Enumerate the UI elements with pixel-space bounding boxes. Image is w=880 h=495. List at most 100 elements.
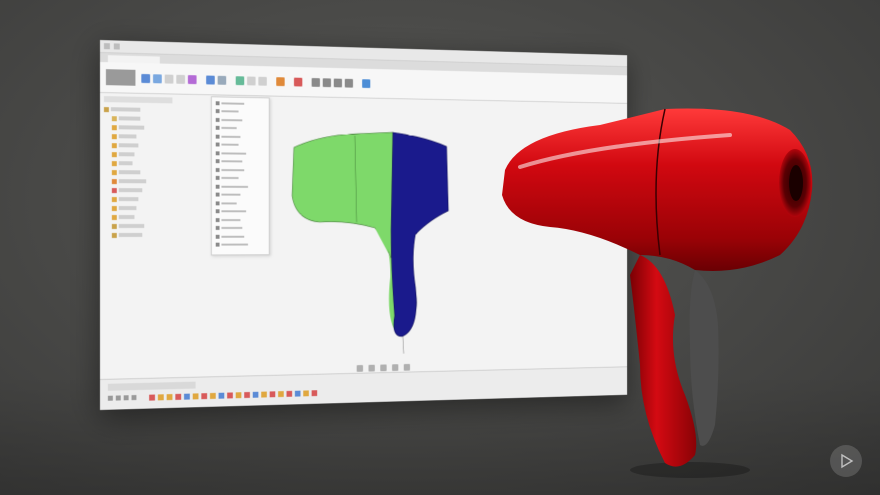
app-menu-icon[interactable]	[103, 43, 110, 50]
folder-icon	[111, 160, 117, 166]
insert-tool-icon[interactable]	[322, 77, 332, 87]
select-tool-icon[interactable]	[362, 78, 371, 88]
browser-node[interactable]	[104, 115, 172, 122]
body	[502, 108, 813, 271]
timeline-feature-icon[interactable]	[294, 390, 301, 397]
model-viewport[interactable]	[283, 113, 482, 366]
modify-tool-icon[interactable]	[217, 75, 227, 85]
timeline-feature-icon[interactable]	[149, 394, 155, 401]
menu-item[interactable]	[215, 183, 265, 189]
toolbar-group-select	[362, 78, 371, 88]
menu-item[interactable]	[215, 133, 265, 140]
menu-item[interactable]	[215, 233, 265, 239]
menu-item[interactable]	[215, 175, 265, 181]
first-step-icon[interactable]	[107, 395, 113, 401]
insert-tool-icon[interactable]	[344, 78, 354, 88]
browser-node[interactable]	[104, 214, 172, 220]
create-tool-icon[interactable]	[153, 73, 162, 83]
timeline-feature-icon[interactable]	[166, 394, 173, 401]
menu-item[interactable]	[215, 158, 265, 164]
timeline-feature-icon[interactable]	[235, 392, 242, 399]
insert-tool-icon[interactable]	[311, 77, 320, 87]
timeline-feature-icon[interactable]	[269, 391, 276, 398]
modify-tool-icon[interactable]	[206, 75, 215, 85]
construct-tool-icon[interactable]	[276, 76, 285, 86]
browser-node[interactable]	[104, 169, 172, 176]
next-step-icon[interactable]	[131, 395, 137, 401]
menu-item[interactable]	[215, 208, 265, 214]
toolbar-group-insert	[311, 77, 354, 88]
browser-node[interactable]	[104, 160, 172, 167]
menu-item[interactable]	[215, 225, 265, 231]
menu-item[interactable]	[215, 200, 265, 206]
create-tool-icon[interactable]	[176, 74, 186, 84]
menu-item-label	[221, 160, 243, 163]
play-icon[interactable]	[123, 395, 129, 401]
create-tool-icon[interactable]	[141, 73, 151, 83]
browser-node-label	[118, 188, 143, 193]
workspace-switcher-button[interactable]	[105, 69, 136, 86]
menu-item[interactable]	[215, 217, 265, 223]
timeline-feature-icon[interactable]	[184, 393, 190, 400]
browser-node[interactable]	[104, 187, 172, 193]
menu-item[interactable]	[215, 167, 265, 173]
timeline-feature-icon[interactable]	[209, 392, 216, 399]
orbit-icon[interactable]	[356, 365, 364, 372]
zoom-icon[interactable]	[380, 364, 387, 372]
document-tab[interactable]	[107, 55, 160, 64]
pan-icon[interactable]	[368, 364, 375, 372]
menu-item-icon	[215, 242, 220, 247]
browser-node[interactable]	[104, 196, 172, 202]
fit-icon[interactable]	[392, 364, 399, 372]
menu-item[interactable]	[215, 242, 265, 248]
timeline-feature-icon[interactable]	[218, 392, 225, 399]
menu-item-icon	[215, 142, 220, 147]
browser-node[interactable]	[104, 205, 172, 211]
previous-step-icon[interactable]	[115, 395, 121, 401]
browser-header[interactable]	[103, 96, 173, 104]
timeline-feature-icon[interactable]	[175, 393, 182, 400]
menu-item-icon	[215, 159, 220, 164]
browser-node[interactable]	[104, 151, 172, 158]
browser-node[interactable]	[104, 133, 172, 140]
timeline-feature-icon[interactable]	[227, 392, 233, 399]
menu-item[interactable]	[215, 150, 265, 156]
assemble-tool-icon[interactable]	[247, 76, 256, 85]
save-icon[interactable]	[113, 43, 120, 50]
menu-item-label	[221, 218, 241, 221]
timeline-feature-icon[interactable]	[261, 391, 267, 398]
browser-node[interactable]	[103, 106, 172, 113]
comments-panel[interactable]	[107, 381, 196, 391]
inspect-tool-icon[interactable]	[293, 77, 303, 87]
menu-item[interactable]	[215, 142, 265, 148]
timeline-feature-icon[interactable]	[157, 394, 164, 401]
menu-item-icon	[215, 167, 220, 172]
menu-item-icon	[215, 184, 220, 189]
folder-icon	[111, 124, 117, 130]
insert-tool-icon[interactable]	[333, 78, 343, 87]
menu-item[interactable]	[215, 125, 265, 132]
assemble-tool-icon[interactable]	[235, 75, 245, 85]
timeline-feature-icon[interactable]	[286, 390, 293, 397]
browser-node[interactable]	[104, 232, 172, 238]
browser-node[interactable]	[104, 124, 172, 131]
timeline-feature-icon[interactable]	[278, 391, 284, 398]
menu-item[interactable]	[215, 116, 265, 123]
timeline-feature-icon[interactable]	[311, 390, 318, 397]
assemble-tool-icon[interactable]	[258, 76, 267, 86]
timeline-feature-icon[interactable]	[244, 391, 250, 399]
menu-item[interactable]	[215, 100, 265, 107]
timeline-feature-icon[interactable]	[192, 393, 199, 400]
create-tool-icon[interactable]	[164, 74, 174, 84]
display-settings-icon[interactable]	[403, 363, 411, 371]
browser-node[interactable]	[104, 223, 172, 229]
timeline-feature-icon[interactable]	[303, 390, 309, 397]
timeline-feature-icon[interactable]	[252, 391, 259, 398]
create-tool-icon[interactable]	[187, 74, 197, 84]
browser-node[interactable]	[104, 178, 172, 184]
timeline-feature-icon[interactable]	[201, 393, 208, 400]
browser-node[interactable]	[104, 142, 172, 149]
menu-item[interactable]	[215, 192, 265, 198]
menu-item[interactable]	[215, 108, 265, 115]
folder-icon	[111, 178, 117, 184]
